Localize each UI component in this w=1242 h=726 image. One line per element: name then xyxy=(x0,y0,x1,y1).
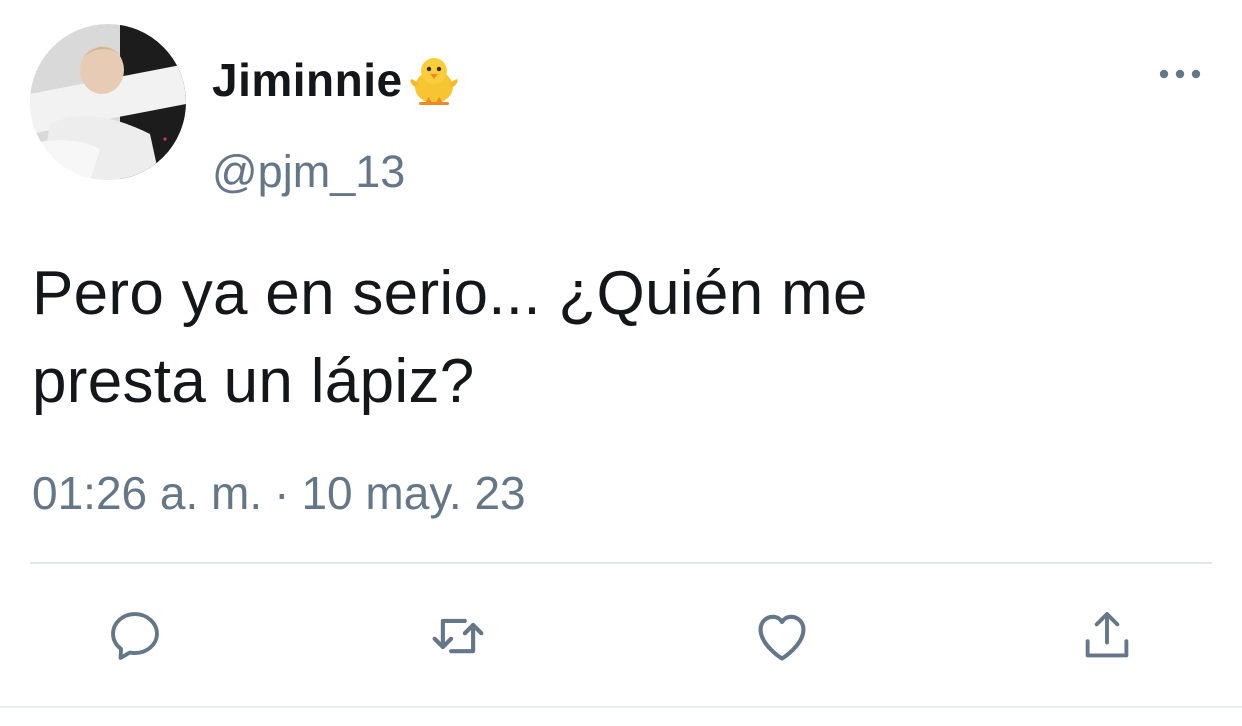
bottom-divider xyxy=(0,706,1242,708)
retweet-icon xyxy=(432,618,484,654)
share-icon xyxy=(1085,612,1129,658)
share-button[interactable] xyxy=(1069,598,1145,674)
retweet-button[interactable] xyxy=(420,598,496,674)
heart-icon xyxy=(758,614,806,661)
hatching-chick-emoji-icon xyxy=(405,51,463,109)
display-name[interactable]: Jiminnie xyxy=(212,53,403,107)
tweet-date: 10 may. 23 xyxy=(301,467,526,519)
user-handle[interactable]: @pjm_13 xyxy=(212,146,405,198)
tweet-text: Pero ya en serio... ¿Quién me presta un … xyxy=(32,259,868,416)
reply-icon xyxy=(111,612,159,660)
divider xyxy=(30,562,1212,564)
reply-button[interactable] xyxy=(97,598,173,674)
tweet-time: 01:26 a. m. xyxy=(32,467,263,519)
action-bar xyxy=(0,598,1242,674)
tweet-timestamp[interactable]: 01:26 a. m. · 10 may. 23 xyxy=(32,466,526,520)
timestamp-separator: · xyxy=(274,467,290,519)
more-dots-icon[interactable] xyxy=(1156,62,1204,86)
profile-photo xyxy=(30,24,186,180)
author-name-row[interactable]: Jiminnie xyxy=(212,48,463,112)
like-button[interactable] xyxy=(744,598,820,674)
avatar[interactable] xyxy=(30,24,186,180)
